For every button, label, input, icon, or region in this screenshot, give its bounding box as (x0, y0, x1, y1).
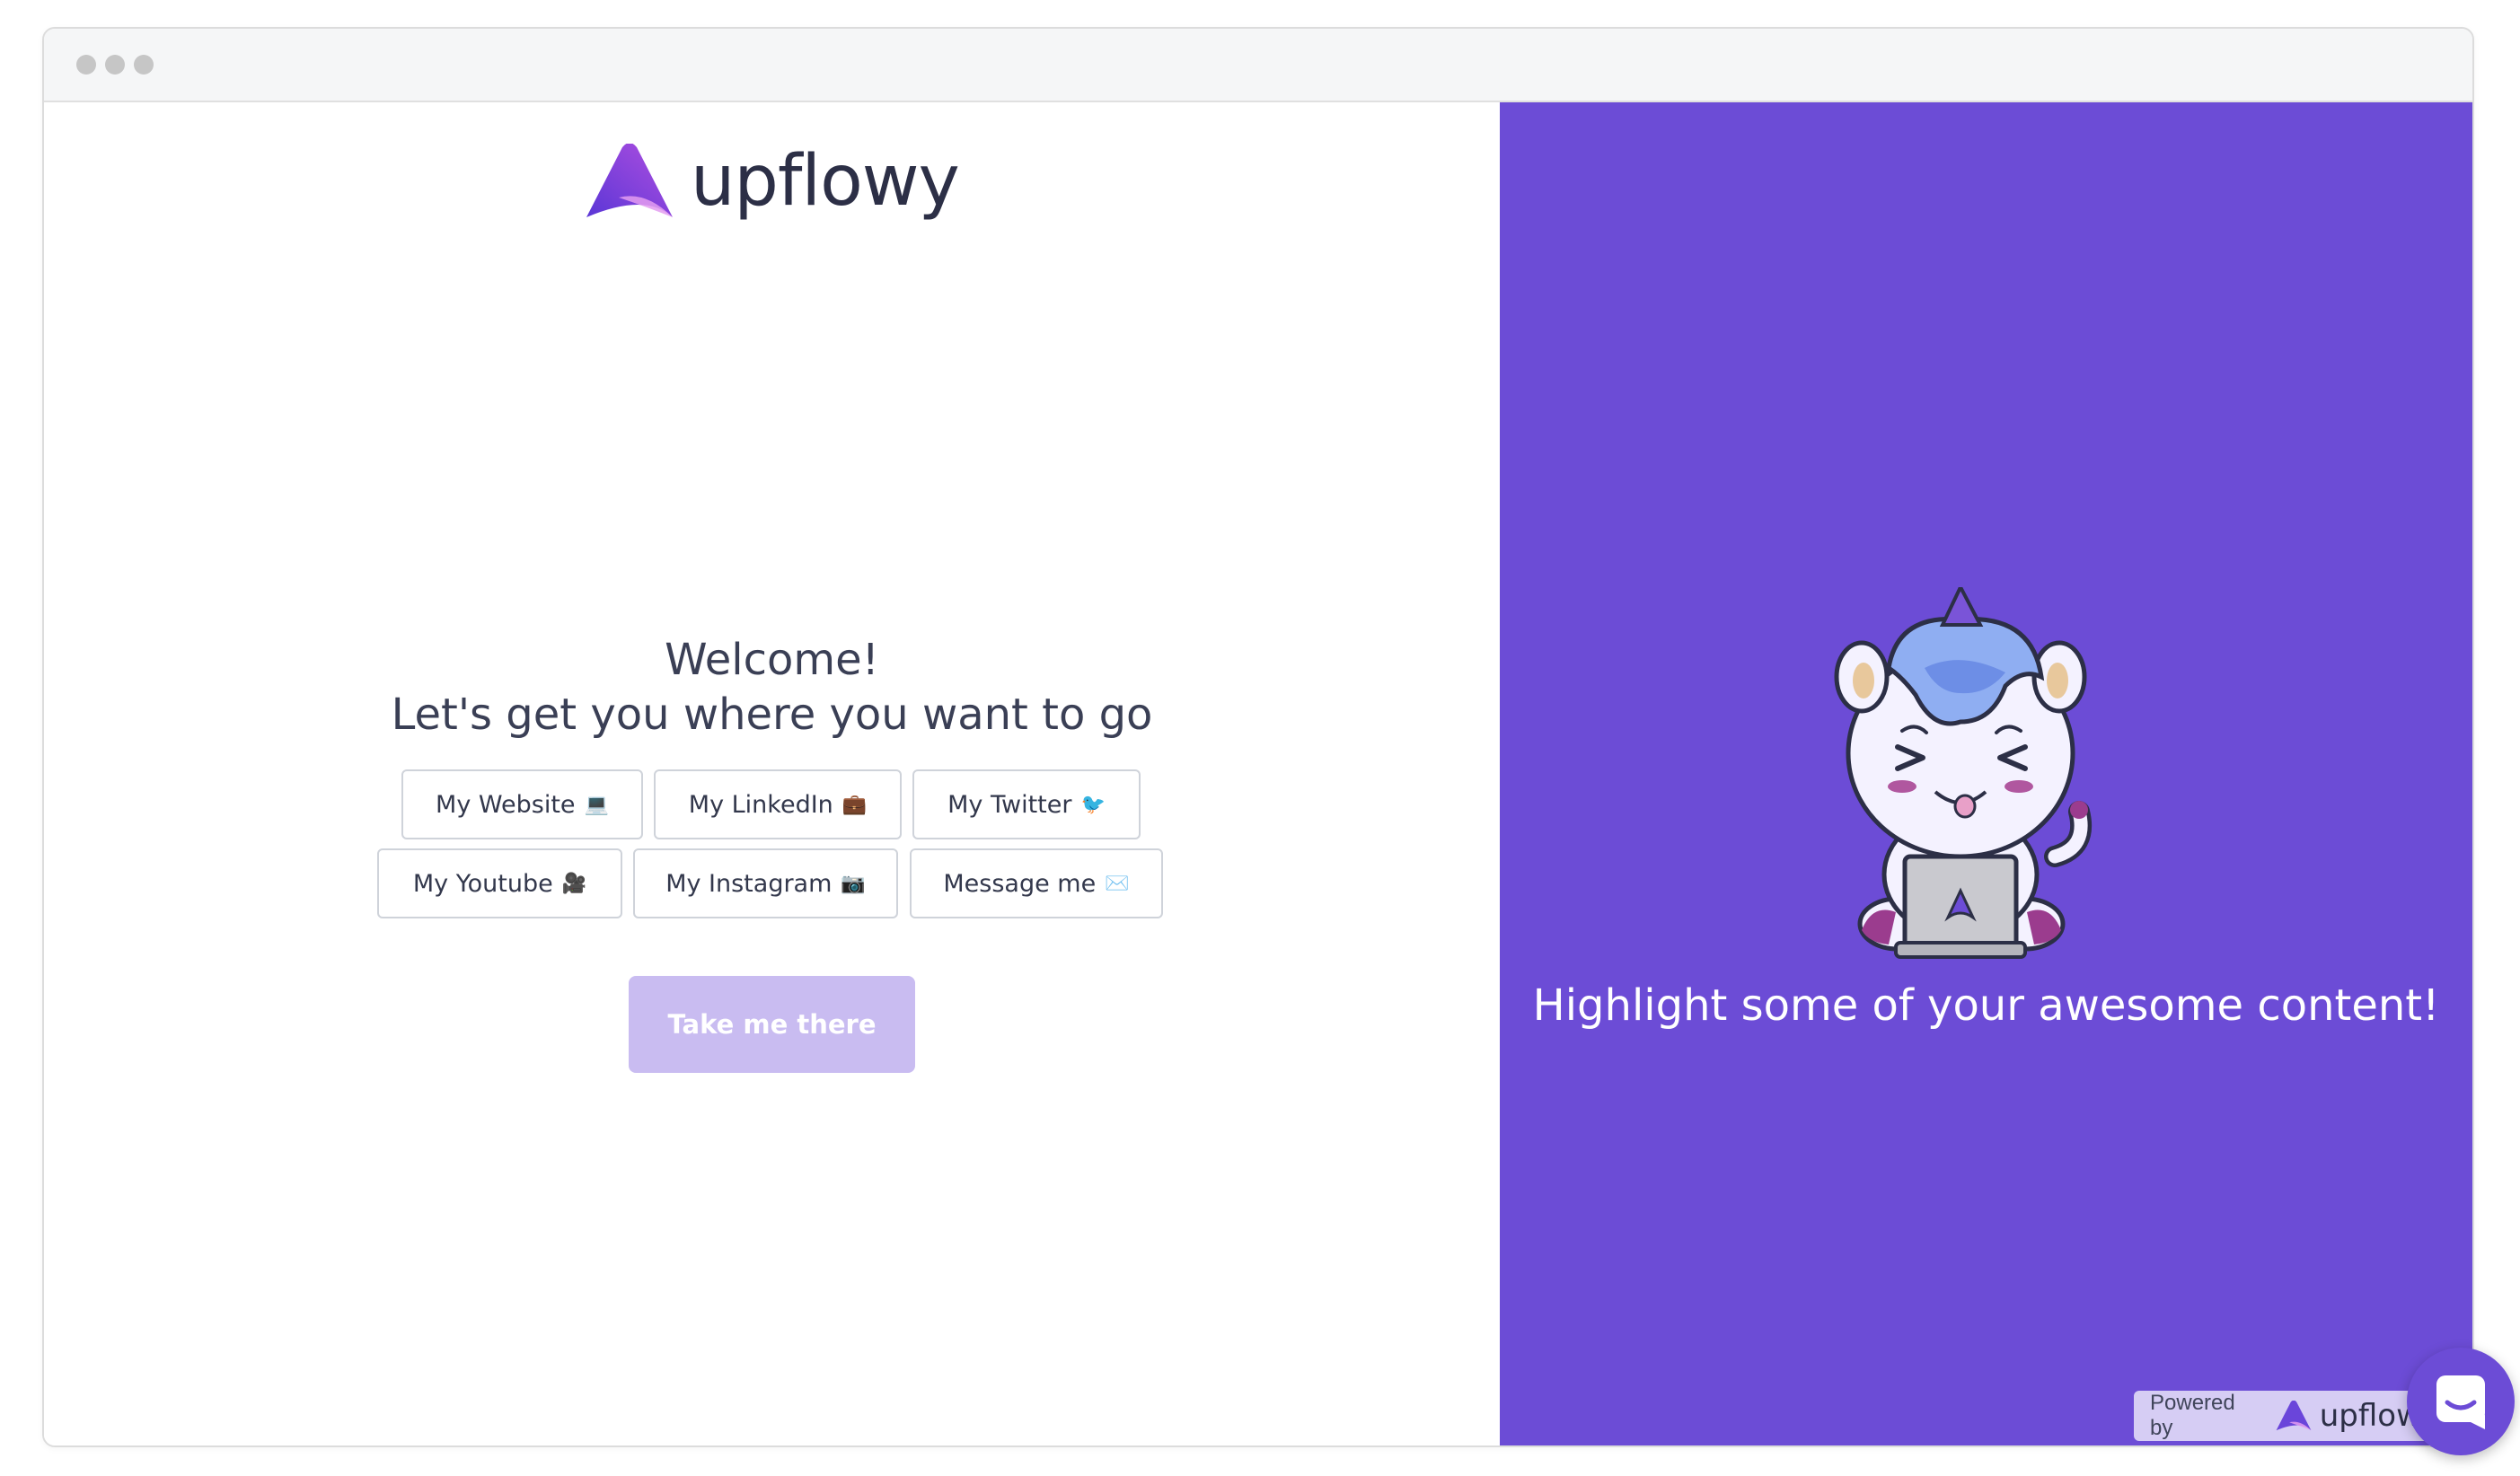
video-camera-icon: 🎥 (561, 872, 587, 895)
option-label: My Twitter (947, 790, 1072, 819)
option-button-linkedin[interactable]: My LinkedIn 💼 (654, 769, 902, 839)
option-button-youtube[interactable]: My Youtube 🎥 (377, 848, 622, 918)
browser-window: upflowy Welcome! Let's get you where you… (42, 27, 2474, 1447)
brand-name: upflowy (691, 141, 960, 222)
option-label: My Youtube (412, 869, 553, 898)
option-label: My Instagram (665, 869, 833, 898)
welcome-heading: Welcome! (665, 635, 879, 685)
right-panel: Highlight some of your awesome content! … (1500, 102, 2472, 1445)
upflowy-logo-icon (586, 144, 673, 217)
powered-by-label: Powered by (2150, 1391, 2235, 1440)
envelope-icon: ✉️ (1105, 872, 1130, 895)
window-dot-minimize[interactable] (105, 55, 125, 75)
option-label: My LinkedIn (688, 790, 833, 819)
option-label: My Website (436, 790, 576, 819)
option-button-message[interactable]: Message me ✉️ (910, 848, 1163, 918)
window-dot-close[interactable] (76, 55, 96, 75)
highlight-text: Highlight some of your awesome content! (1532, 980, 2440, 1031)
bird-icon: 🐦 (1080, 793, 1106, 816)
option-button-website[interactable]: My Website 💻 (401, 769, 643, 839)
chat-widget-button[interactable] (2407, 1348, 2515, 1455)
subtitle-heading: Let's get you where you want to go (391, 690, 1153, 740)
option-label: Message me (943, 869, 1097, 898)
take-me-there-button[interactable]: Take me there (629, 976, 915, 1073)
chat-icon (2436, 1375, 2485, 1429)
powered-by-badge[interactable]: Powered by upflowy (2134, 1391, 2439, 1441)
window-dot-maximize[interactable] (134, 55, 154, 75)
upflowy-logo-icon (2276, 1401, 2312, 1431)
window-titlebar (44, 29, 2472, 102)
option-button-instagram[interactable]: My Instagram 📷 (633, 848, 898, 918)
laptop-icon: 💻 (584, 793, 609, 816)
camera-icon: 📷 (841, 872, 866, 895)
left-panel: upflowy Welcome! Let's get you where you… (44, 102, 1500, 1445)
briefcase-icon: 💼 (841, 793, 868, 816)
unicorn-laptop-illustration (1834, 587, 2093, 959)
option-button-twitter[interactable]: My Twitter 🐦 (912, 769, 1141, 839)
upflowy-logo: upflowy (583, 136, 969, 226)
